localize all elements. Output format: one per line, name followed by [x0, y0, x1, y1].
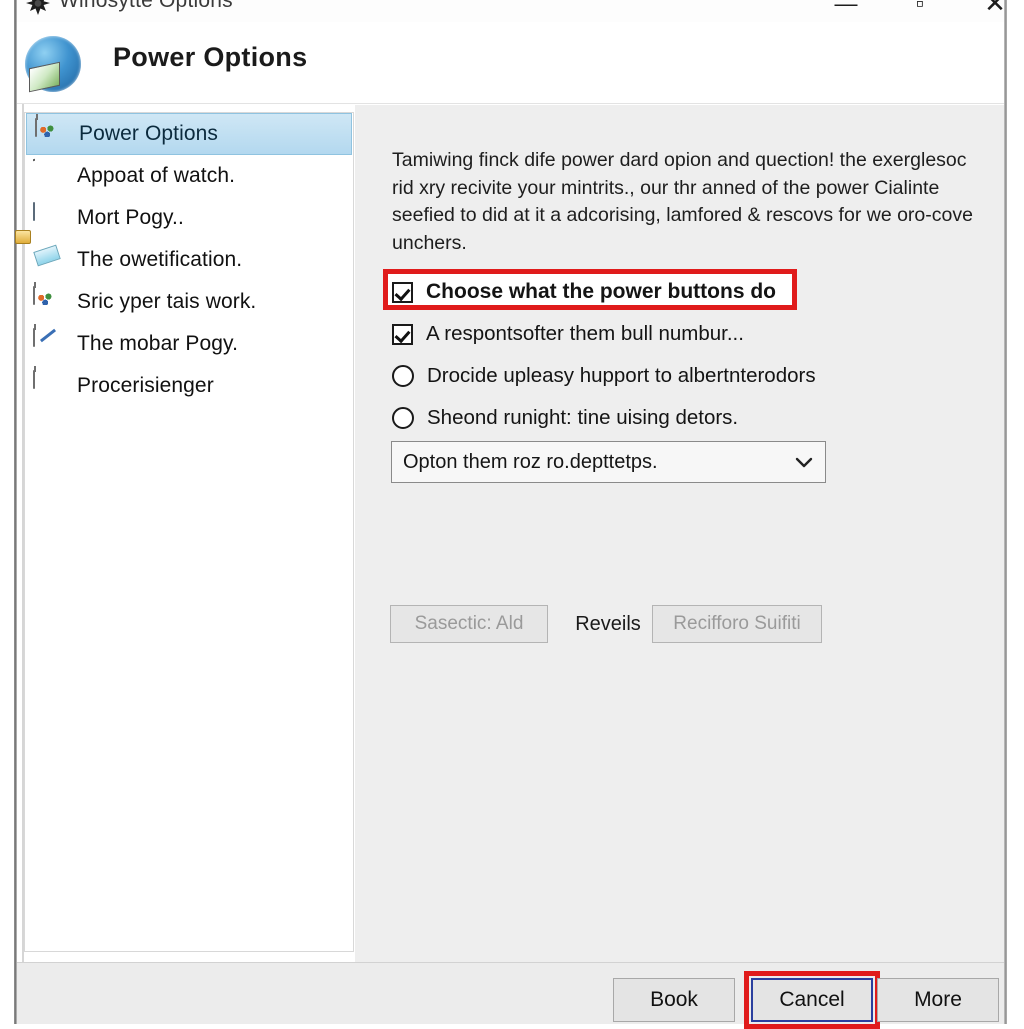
sidebar-item-procerisienger[interactable]: Procerisienger	[25, 365, 353, 407]
radio-icon[interactable]	[392, 407, 414, 429]
sidebar-item-the-owetification[interactable]: The owetification.	[25, 239, 353, 281]
more-button[interactable]: More	[877, 978, 999, 1022]
sidebar-item-label: Sric yper tais work.	[77, 290, 257, 313]
briefcase-green-icon	[33, 370, 67, 401]
sidebar-item-label: Mort Pogy..	[77, 206, 184, 229]
window-border-left	[14, 0, 17, 1024]
dropdown-selected-value: Opton them roz ro.depttetps.	[403, 450, 658, 473]
option-row-choose-power-buttons[interactable]: Choose what the power buttons do	[392, 275, 776, 309]
cancel-button[interactable]: Cancel	[751, 978, 873, 1022]
window-title: Winosytte Options	[59, 0, 233, 12]
footer-bar: Book Cancel More	[17, 962, 1004, 1029]
maximize-icon[interactable]: ▫	[897, 0, 943, 20]
sidebar-item-mort-pogy[interactable]: Mort Pogy..	[25, 197, 353, 239]
chevron-down-icon	[795, 457, 813, 468]
power-options-icon	[35, 118, 69, 149]
option-row-sheond-runight[interactable]: Sheond runight: tine uising detors.	[392, 401, 738, 435]
power-options-window: Winosytte Options — ▫ ✕ Power Options Po…	[0, 0, 1024, 1029]
content-panel: Tamiwing finck dife power dard opion and…	[355, 105, 1004, 962]
sasectic-ald-button[interactable]: Sasectic: Ald	[390, 605, 548, 643]
option-label: Drocide upleasy hupport to albertnterodo…	[427, 364, 816, 387]
reveils-label: Reveils	[575, 612, 641, 635]
window-border-right	[1004, 0, 1007, 1024]
title-bar: Winosytte Options — ▫ ✕	[17, 0, 1004, 22]
starburst-icon	[26, 0, 50, 15]
sidebar-item-sric-yper-tais-work[interactable]: Sric yper tais work.	[25, 281, 353, 323]
description-text: Tamiwing finck dife power dard opion and…	[392, 149, 973, 254]
page-header: Power Options	[17, 22, 1004, 104]
option-label: Sheond runight: tine uising detors.	[427, 406, 739, 429]
option-label: Choose what the power buttons do	[426, 280, 776, 303]
close-icon[interactable]: ✕	[972, 0, 1004, 20]
sidebar-item-label: Procerisienger	[77, 374, 214, 397]
book-button[interactable]: Book	[613, 978, 735, 1022]
option-row-drocide-upleasy[interactable]: Drocide upleasy hupport to albertnterodo…	[392, 359, 816, 393]
sidebar-item-the-mobar-pogy[interactable]: The mobar Pogy.	[25, 323, 353, 365]
checkbox-icon[interactable]	[392, 281, 413, 303]
minimize-icon[interactable]: —	[823, 0, 869, 20]
sidebar-item-label: The owetification.	[77, 248, 243, 271]
lock-icon	[33, 245, 67, 275]
sidebar-item-label: The mobar Pogy.	[77, 332, 239, 355]
globe-user-icon	[33, 161, 67, 191]
recifforo-suifiti-button[interactable]: Recifforo Suifiti	[652, 605, 822, 643]
radio-icon[interactable]	[392, 365, 414, 387]
sidebar-item-label: Power Options	[79, 122, 219, 145]
sidebar-item-appoat-of-watch[interactable]: Appoat of watch.	[25, 155, 353, 197]
sidebar: Power Options Appoat of watch. Mort Pogy…	[24, 112, 354, 952]
sidebar-item-label: Appoat of watch.	[77, 164, 236, 187]
option-row-respontsofter[interactable]: A respontsofter them bull numbur...	[392, 317, 744, 351]
options-dropdown[interactable]: Opton them roz ro.depttetps.	[391, 441, 826, 483]
page-title: Power Options	[113, 42, 308, 72]
sidebar-item-power-options[interactable]: Power Options	[26, 113, 352, 155]
briefcase-pen-icon	[33, 328, 67, 359]
window-outside-right	[1013, 0, 1024, 1024]
globe-power-icon	[25, 36, 81, 92]
battery-icon	[33, 202, 67, 233]
briefcase-blue-icon	[33, 286, 67, 317]
option-label: A respontsofter them bull numbur...	[426, 322, 744, 345]
checkbox-icon[interactable]	[392, 323, 413, 345]
